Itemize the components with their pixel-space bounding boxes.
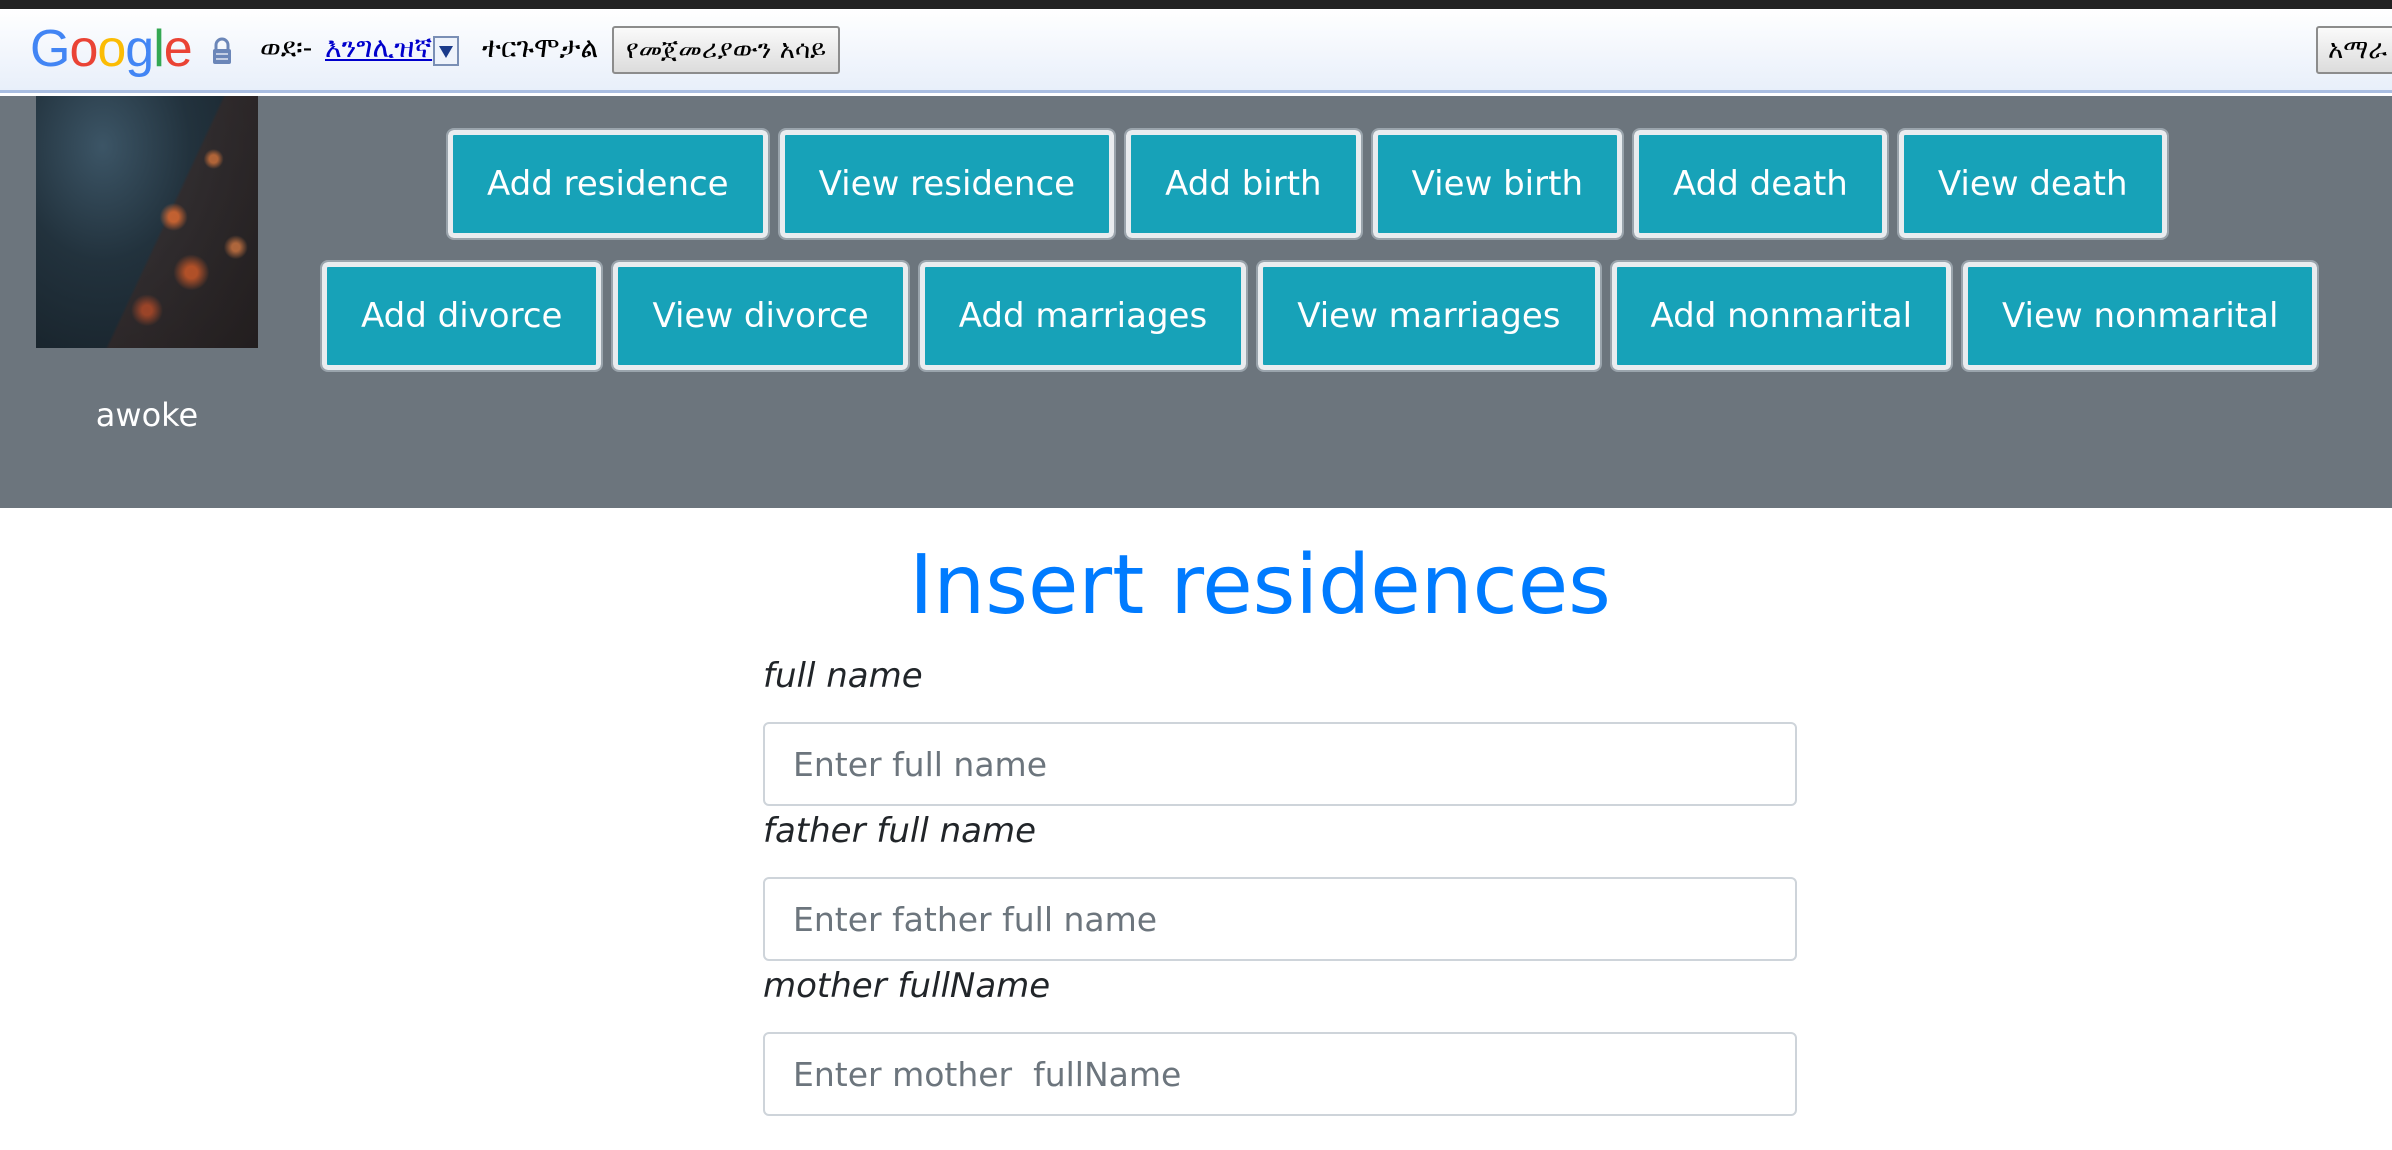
translate-to-label: ወደ፡- [260, 31, 313, 64]
window-top-edge [0, 0, 2392, 9]
view-nonmarital-button[interactable]: View nonmarital [1961, 260, 2320, 372]
add-nonmarital-button[interactable]: Add nonmarital [1609, 260, 1954, 372]
add-birth-button[interactable]: Add birth [1124, 128, 1363, 240]
add-divorce-button[interactable]: Add divorce [319, 260, 604, 372]
view-marriages-button[interactable]: View marriages [1256, 260, 1602, 372]
page-title-text: Insert residences [909, 538, 1611, 633]
nav-row-1: Add residence View residence Add birth V… [446, 128, 2169, 240]
target-language-link[interactable]: እንግሊዝኛ [325, 31, 432, 65]
view-divorce-button[interactable]: View divorce [611, 260, 910, 372]
show-original-button[interactable]: የመጀመሪያውን አሳይ [612, 26, 841, 74]
add-residence-button[interactable]: Add residence [446, 128, 770, 240]
language-dropdown-button[interactable] [433, 36, 459, 66]
nav-row-2: Add divorce View divorce Add marriages V… [319, 260, 2320, 372]
avatar-photo [36, 96, 258, 348]
avatar [36, 96, 258, 348]
translation-status: ተርጉሞታል [482, 31, 599, 64]
add-death-button[interactable]: Add death [1632, 128, 1889, 240]
page-title: Insert residences [0, 538, 2392, 633]
father-full-name-label: father full name [763, 811, 1037, 851]
google-translate-bar: Google ወደ፡- እንግሊዝኛ ተርጉሞታል የመጀመሪያውን አሳይ አ… [0, 9, 2392, 93]
full-name-input[interactable] [763, 722, 1797, 806]
mother-full-name-label: mother fullName [763, 966, 1051, 1006]
lock-icon [212, 37, 232, 65]
chevron-down-icon [439, 46, 453, 58]
full-name-label: full name [763, 656, 923, 696]
view-birth-button[interactable]: View birth [1370, 128, 1625, 240]
language-switch-button[interactable]: አማራ [2316, 26, 2392, 74]
app-header: awoke Add residence View residence Add b… [0, 96, 2392, 508]
add-marriages-button[interactable]: Add marriages [917, 260, 1249, 372]
view-residence-button[interactable]: View residence [777, 128, 1117, 240]
google-logo: Google [30, 20, 193, 78]
mother-full-name-input[interactable] [763, 1032, 1797, 1116]
username: awoke [95, 396, 199, 434]
father-full-name-input[interactable] [763, 877, 1797, 961]
view-death-button[interactable]: View death [1896, 128, 2169, 240]
